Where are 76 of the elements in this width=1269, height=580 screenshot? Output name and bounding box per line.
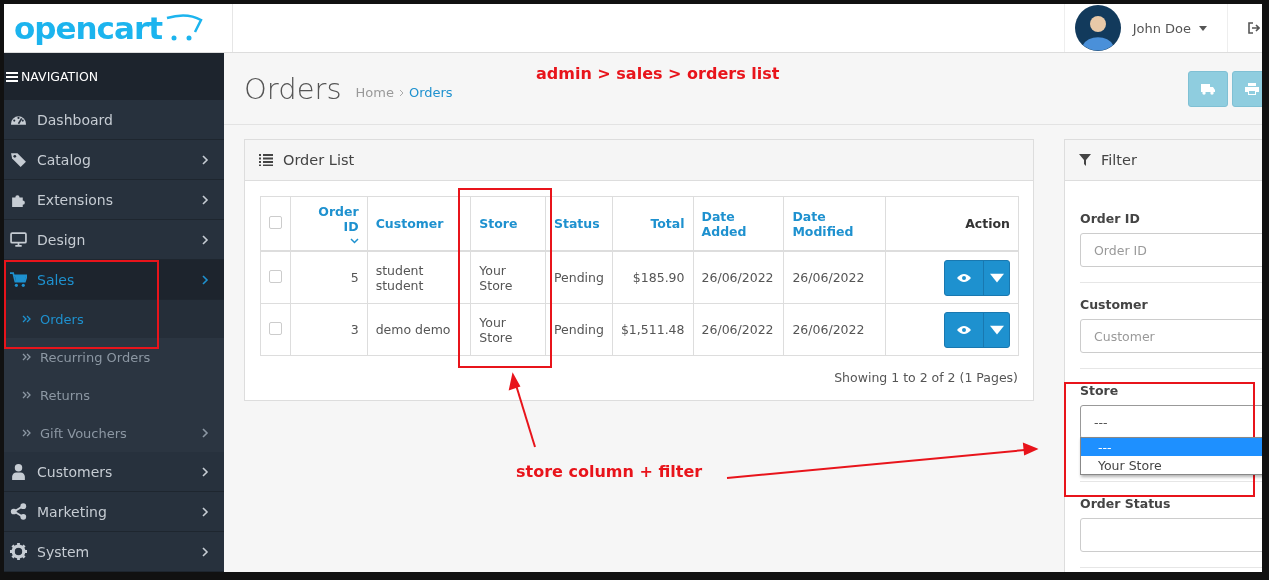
table-cell: Your Store bbox=[479, 262, 513, 293]
nav-subitem[interactable]: Gift Vouchers bbox=[4, 414, 224, 452]
gear-icon bbox=[10, 543, 27, 560]
table-cell: Pending bbox=[553, 270, 604, 285]
nav-subitem[interactable]: Orders bbox=[4, 300, 224, 338]
table-cell: 26/06/2022 bbox=[701, 322, 774, 337]
table-cell: $185.90 bbox=[632, 270, 685, 285]
nav-item[interactable]: Sales bbox=[4, 260, 224, 300]
nav-item[interactable]: System bbox=[4, 532, 224, 572]
pagination-summary: Showing 1 to 2 of 2 (1 Pages) bbox=[833, 370, 1018, 385]
breadcrumb-link[interactable]: Orders bbox=[408, 85, 453, 100]
table-cell: 26/06/2022 bbox=[792, 322, 865, 337]
double-chevron-icon bbox=[22, 428, 32, 438]
menu-icon[interactable] bbox=[6, 71, 18, 82]
annotation-text: store column + filter bbox=[516, 462, 703, 481]
nav-subitem[interactable]: Recurring Orders bbox=[4, 338, 224, 376]
select-all-checkbox[interactable] bbox=[269, 215, 282, 229]
dropdown-option[interactable]: --- bbox=[1081, 438, 1262, 456]
annotation-text: admin > sales > orders list bbox=[536, 64, 780, 83]
funnel-icon bbox=[1079, 154, 1091, 166]
nav-item[interactable]: Dashboard bbox=[4, 100, 224, 140]
printer-icon bbox=[1245, 82, 1259, 95]
select-field[interactable] bbox=[1080, 518, 1262, 552]
table-cell: Your Store bbox=[479, 314, 513, 345]
tag-icon bbox=[10, 151, 27, 168]
table-cell: student student bbox=[375, 262, 424, 293]
list-icon bbox=[259, 154, 273, 166]
double-chevron-icon bbox=[22, 314, 32, 324]
user-icon bbox=[10, 463, 27, 480]
print-button[interactable] bbox=[1232, 70, 1262, 107]
caret-icon bbox=[1199, 25, 1207, 31]
input-field[interactable]: Customer bbox=[1080, 319, 1262, 353]
table-cell: 26/06/2022 bbox=[792, 270, 865, 285]
chevron-icon bbox=[398, 88, 404, 97]
caret-icon bbox=[989, 272, 1004, 283]
table-cell: 3 bbox=[350, 322, 359, 337]
shipping-button[interactable] bbox=[1188, 70, 1228, 107]
cart-icon bbox=[10, 271, 27, 288]
table-cell: 5 bbox=[350, 270, 359, 285]
avatar-icon bbox=[1074, 5, 1121, 51]
panel-title: Filter bbox=[1101, 152, 1137, 168]
table-cell: 26/06/2022 bbox=[701, 270, 774, 285]
table-cell: demo demo bbox=[375, 322, 451, 337]
monitor-icon bbox=[10, 231, 27, 248]
nav-item[interactable]: Extensions bbox=[4, 180, 224, 220]
nav-item[interactable]: Catalog bbox=[4, 140, 224, 180]
double-chevron-icon bbox=[22, 390, 32, 400]
logo-text[interactable]: opencart bbox=[14, 10, 162, 46]
panel-title: Order List bbox=[283, 152, 355, 168]
field-label: Store bbox=[1080, 383, 1120, 398]
eye-icon bbox=[957, 272, 971, 283]
table-cell: $1,511.48 bbox=[620, 322, 685, 337]
nav-item[interactable]: Customers bbox=[4, 452, 224, 492]
nav-subitem[interactable]: Returns bbox=[4, 376, 224, 414]
column-header: Action bbox=[964, 216, 1010, 231]
field-label: Order Status bbox=[1080, 496, 1172, 511]
user-menu[interactable]: John Doe bbox=[1132, 20, 1207, 36]
row-checkbox[interactable] bbox=[269, 321, 282, 335]
share-icon bbox=[10, 503, 27, 520]
select-field[interactable]: --- bbox=[1080, 405, 1262, 439]
row-checkbox[interactable] bbox=[269, 269, 282, 283]
caret-icon bbox=[989, 324, 1004, 335]
logout-icon bbox=[1248, 22, 1260, 34]
cart-logo-icon bbox=[164, 14, 204, 42]
double-chevron-icon bbox=[22, 352, 32, 362]
field-label: Order ID bbox=[1080, 211, 1141, 226]
eye-icon bbox=[957, 324, 971, 335]
input-field[interactable]: Order ID bbox=[1080, 233, 1262, 267]
navigation-heading: NAVIGATION bbox=[21, 69, 99, 84]
field-label: Customer bbox=[1080, 297, 1149, 312]
breadcrumb-link[interactable]: Home bbox=[355, 85, 394, 100]
truck-icon bbox=[1201, 82, 1215, 95]
nav-item[interactable]: Marketing bbox=[4, 492, 224, 532]
page-title: Orders bbox=[244, 71, 342, 106]
table-cell: Pending bbox=[553, 322, 604, 337]
dropdown-option[interactable]: Your Store bbox=[1081, 456, 1262, 474]
